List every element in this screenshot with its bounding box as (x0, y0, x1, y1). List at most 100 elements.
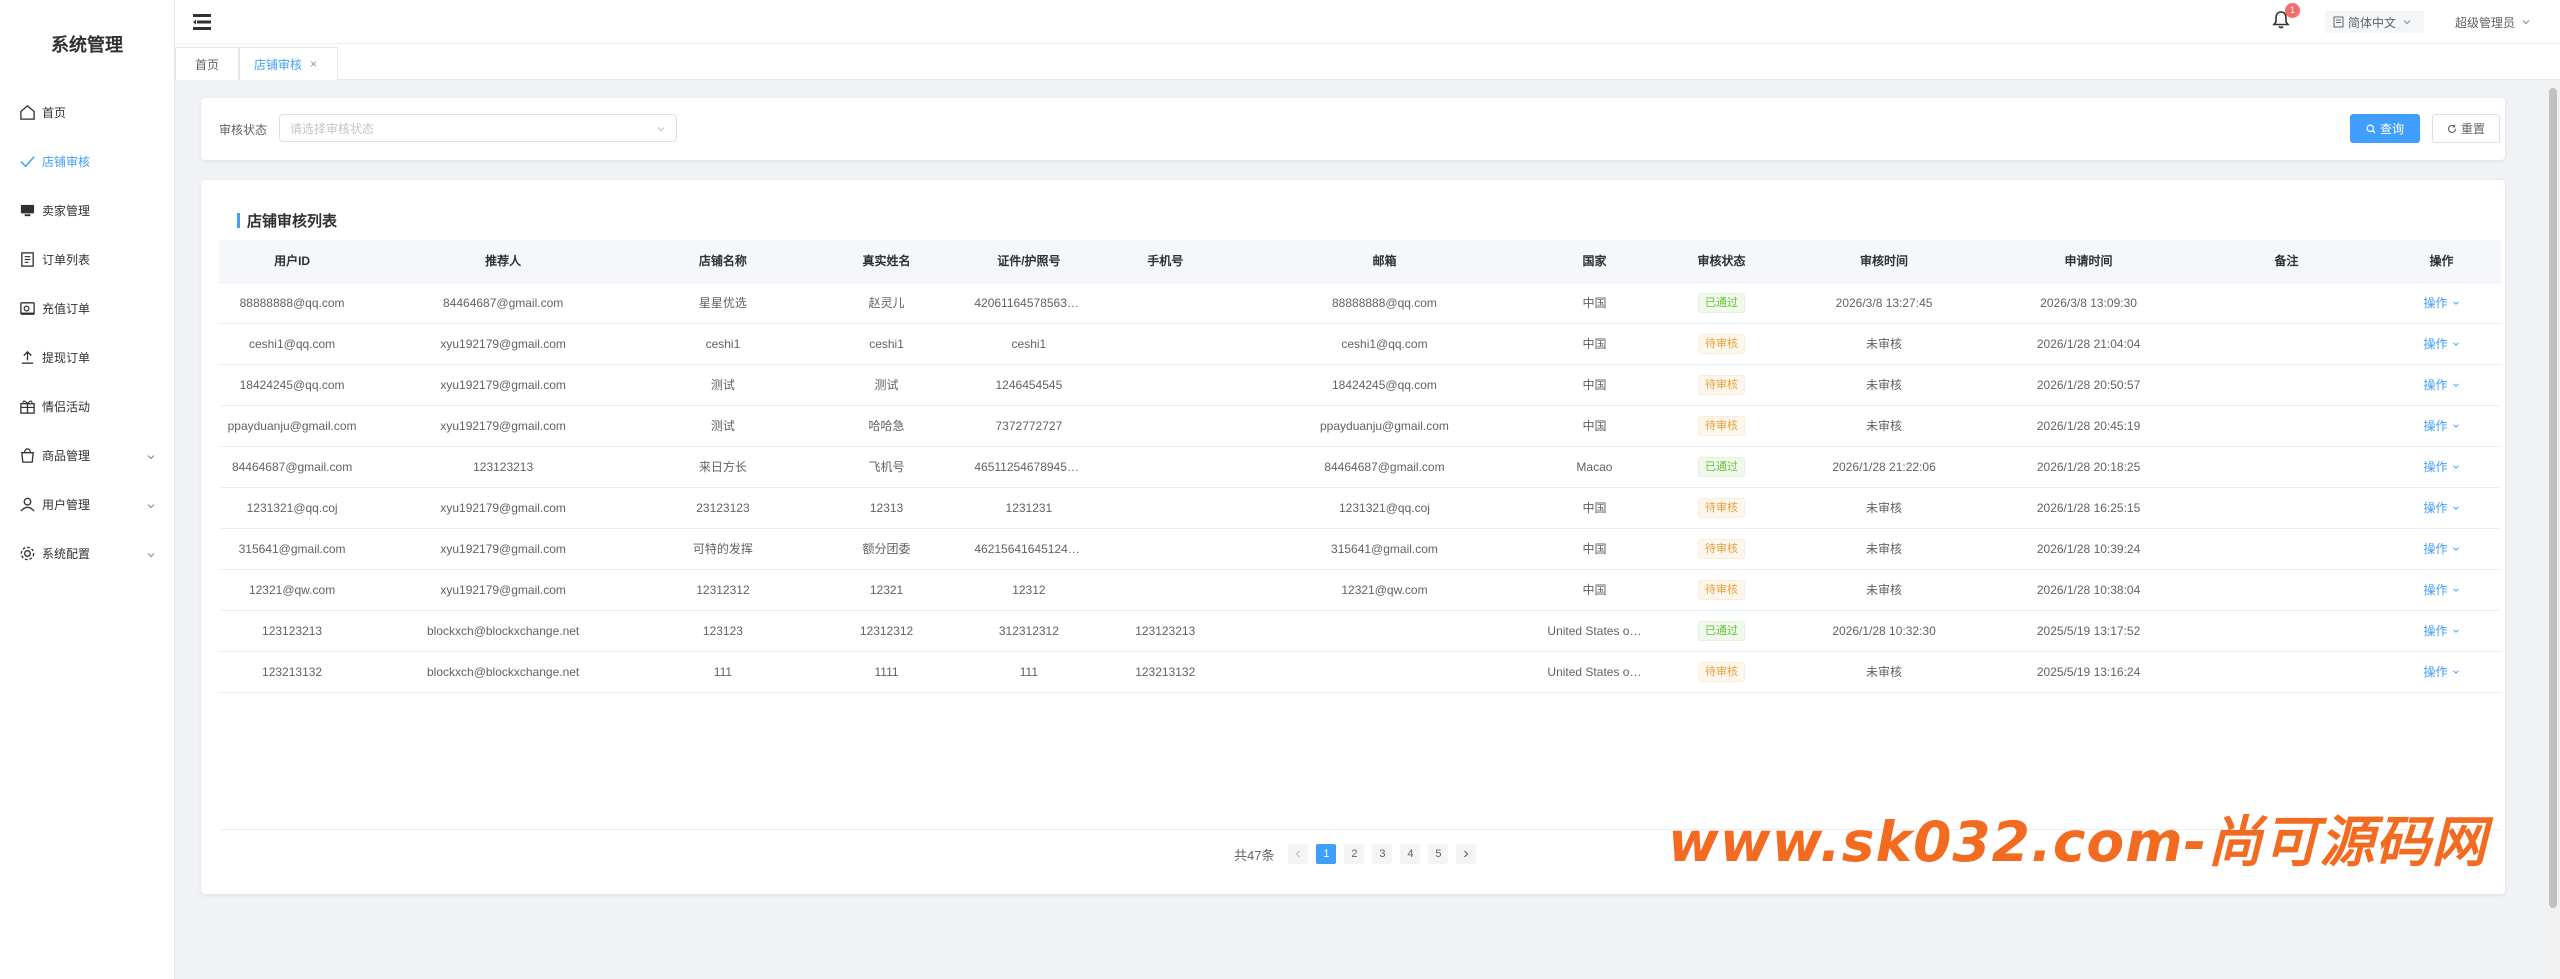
user-dropdown[interactable]: 超级管理员 (2455, 11, 2531, 33)
sidebar-item[interactable]: 提现订单 (0, 333, 174, 382)
row-action-dropdown[interactable]: 操作 (2423, 458, 2459, 475)
table-cell: 已通过 (1660, 610, 1783, 652)
table-cell: 1111 (804, 651, 969, 693)
table-cell (1089, 364, 1242, 406)
status-filter-label: 审核状态 (219, 123, 268, 137)
reset-button[interactable]: 重置 (2432, 114, 2500, 143)
row-action-dropdown[interactable]: 操作 (2423, 417, 2459, 434)
table-cell: 未审核 (1782, 323, 1987, 365)
table-cell: 123213132 (1089, 651, 1242, 693)
table-cell (1241, 610, 1528, 652)
tab-home[interactable]: 首页 (175, 47, 239, 80)
sidebar-item-label: 商品管理 (42, 449, 91, 463)
sidebar-item-label: 用户管理 (42, 498, 91, 512)
sidebar: 系统管理 首页 店铺审核 卖家管理 订单列表 充值订单 提现订单 情侣活动商品管理用户管理系… (0, 0, 175, 979)
table-cell: United States o… (1527, 610, 1661, 652)
row-action-dropdown[interactable]: 操作 (2423, 335, 2459, 352)
table-cell: 12313 (804, 487, 969, 529)
sidebar-item[interactable]: 情侣活动 (0, 382, 174, 431)
scrollbar-thumb[interactable] (2549, 88, 2557, 908)
table-cell: 123123213 (365, 446, 642, 488)
chevron-down-icon (2448, 542, 2460, 556)
chevron-down-icon (146, 549, 156, 559)
table-cell: 操作 (2381, 446, 2501, 488)
table-cell: 88888888@qq.com (219, 282, 366, 324)
row-action-label: 操作 (2423, 378, 2448, 392)
row-action-dropdown[interactable]: 操作 (2423, 581, 2459, 598)
table-cell: xyu192179@gmail.com (365, 405, 642, 447)
table-cell: 2025/5/19 13:17:52 (1986, 610, 2192, 652)
table-cell (2191, 323, 2382, 365)
watermark-text: www.sk032.com-尚可源码网 (1668, 810, 2488, 874)
column-header: 申请时间 (1986, 240, 2192, 283)
app-title: 系统管理 (51, 35, 123, 55)
row-action-dropdown[interactable]: 操作 (2423, 499, 2459, 516)
status-badge: 待审核 (1698, 579, 1746, 600)
table-cell: 操作 (2381, 610, 2501, 652)
top-header: 1 简体中文 超级管理员 (175, 0, 2560, 44)
sidebar-item[interactable]: 用户管理 (0, 480, 174, 529)
sidebar-item[interactable]: 卖家管理 (0, 186, 174, 235)
notification-bell-icon[interactable]: 1 (2271, 3, 2300, 34)
page-scrollbar[interactable] (2546, 80, 2560, 979)
table-row: ppayduanju@gmail.com xyu192179@gmail.com 测… (219, 405, 2501, 447)
table-cell: 12321@qw.com (1241, 569, 1528, 611)
table-cell: ceshi1 (968, 323, 1090, 365)
tab-shop-review[interactable]: 店铺审核 × (239, 47, 338, 80)
table-row: 123213132 blockxch@blockxchange.net 111 111… (219, 651, 2501, 693)
table-cell: 123213132 (219, 651, 366, 693)
gear-icon (18, 545, 36, 563)
table-cell: 操作 (2381, 487, 2501, 529)
close-icon[interactable]: × (310, 57, 317, 71)
sidebar-item-label: 系统配置 (42, 547, 91, 561)
tab-label: 首页 (194, 57, 219, 72)
next-page-button[interactable] (1456, 844, 1477, 864)
page-number-button[interactable]: 4 (1400, 844, 1421, 864)
prev-page-button[interactable] (1288, 844, 1309, 864)
search-panel: 审核状态 请选择审核状态 查询 重置 (201, 98, 2505, 160)
sidebar-item[interactable]: 商品管理 (0, 431, 174, 480)
row-action-dropdown[interactable]: 操作 (2423, 663, 2459, 680)
page-number-button[interactable]: 5 (1428, 844, 1449, 864)
table-cell (1089, 528, 1242, 570)
table-cell: ceshi1@qq.com (219, 323, 366, 365)
table-cell: 中国 (1527, 323, 1661, 365)
row-action-dropdown[interactable]: 操作 (2423, 622, 2459, 639)
row-action-dropdown[interactable]: 操作 (2423, 540, 2459, 557)
hamburger-menu-icon[interactable] (191, 11, 213, 33)
table-cell: 未审核 (1782, 651, 1987, 693)
table-row: 315641@gmail.com xyu192179@gmail.com 可特的发挥… (219, 528, 2501, 570)
table-cell: blockxch@blockxchange.net (365, 610, 642, 652)
sidebar-item[interactable]: 充值订单 (0, 284, 174, 333)
list-title: 店铺审核列表 (237, 210, 337, 231)
wallet-icon (18, 300, 36, 318)
column-header: 店铺名称 (641, 240, 805, 283)
row-action-dropdown[interactable]: 操作 (2423, 294, 2459, 311)
page-number-list: 12345 (1312, 844, 1452, 864)
page-number-button[interactable]: 2 (1344, 844, 1365, 864)
pagination-total: 共47条 (1234, 847, 1275, 863)
user-icon (18, 496, 36, 514)
status-filter-select[interactable]: 请选择审核状态 (279, 114, 677, 142)
page-number-button[interactable]: 3 (1372, 844, 1393, 864)
table-cell: 操作 (2381, 405, 2501, 447)
status-badge: 已通过 (1698, 456, 1746, 477)
sidebar-item[interactable]: 订单列表 (0, 235, 174, 284)
sidebar-item[interactable]: 系统配置 (0, 529, 174, 578)
table-cell: 12321 (804, 569, 969, 611)
document-icon (2333, 16, 2344, 28)
table-cell: ceshi1 (641, 323, 805, 365)
table-cell: 操作 (2381, 364, 2501, 406)
language-selector[interactable]: 简体中文 (2325, 11, 2425, 33)
table-cell: 未审核 (1782, 569, 1987, 611)
sidebar-item[interactable]: 首页 (0, 88, 174, 137)
page-number-button[interactable]: 1 (1316, 844, 1337, 864)
table-cell: 2026/1/28 10:39:24 (1986, 528, 2192, 570)
query-button[interactable]: 查询 (2350, 114, 2420, 143)
table-cell: 12321@qw.com (219, 569, 366, 611)
sidebar-item[interactable]: 店铺审核 (0, 137, 174, 186)
table-cell: xyu192179@gmail.com (365, 487, 642, 529)
table-cell: 2026/1/28 20:50:57 (1986, 364, 2192, 406)
chevron-down-icon (146, 500, 156, 510)
row-action-dropdown[interactable]: 操作 (2423, 376, 2459, 393)
